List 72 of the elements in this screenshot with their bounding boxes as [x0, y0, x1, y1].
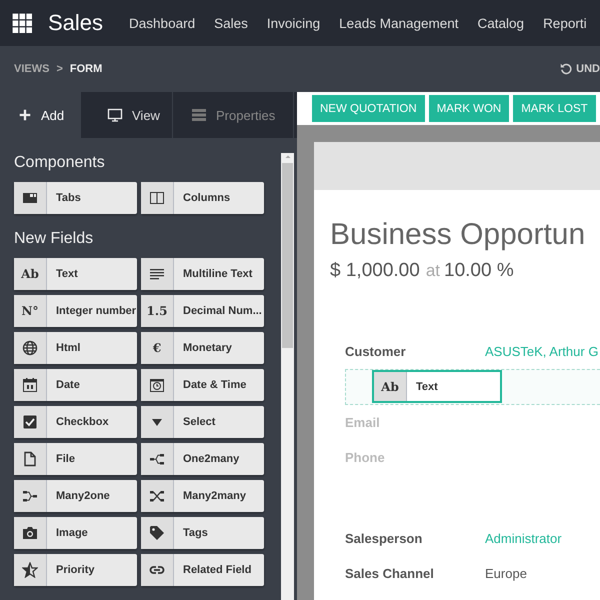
field-type-button[interactable]: Date — [14, 369, 137, 401]
field-type-glyph: N° — [22, 304, 38, 318]
breadcrumb-separator: > — [56, 63, 63, 75]
file-icon — [22, 451, 38, 467]
lines-icon — [149, 266, 165, 282]
server-icon — [191, 107, 207, 123]
camera-icon — [22, 525, 38, 541]
field-type-button[interactable]: Columns — [141, 182, 264, 214]
field-type-glyph: Ab — [21, 267, 39, 281]
merge-icon — [22, 488, 38, 504]
scrollbar[interactable] — [281, 153, 294, 600]
field-type-glyph: € — [152, 341, 162, 355]
field-type-button[interactable]: File — [14, 443, 137, 475]
monitor-icon — [107, 107, 123, 123]
tabs-icon — [22, 190, 38, 206]
field-type-button[interactable]: Multiline Text — [141, 258, 264, 290]
columns-icon — [149, 190, 165, 206]
sidebar-tab[interactable]: Add — [0, 92, 81, 138]
scroll-up-icon — [284, 153, 292, 161]
field-type-button[interactable]: Image — [14, 517, 137, 549]
cross-links-icon — [149, 488, 165, 504]
field-type-button[interactable]: One2many — [141, 443, 264, 475]
tree-icon — [149, 451, 165, 467]
field-type-button[interactable]: Priority — [14, 554, 137, 586]
field-type-button[interactable]: Many2one — [14, 480, 137, 512]
undo-button[interactable]: UND — [560, 63, 600, 75]
field-label: Salesperson — [345, 531, 424, 546]
field-type-button[interactable]: Date & Time — [141, 369, 264, 401]
plus-icon — [18, 108, 32, 122]
breadcrumb-item[interactable]: VIEWS — [14, 63, 50, 75]
nav-menu-item[interactable]: Invoicing — [266, 16, 320, 30]
field-value: Europe — [485, 566, 527, 581]
globe-icon — [22, 340, 38, 356]
field-label: Customer — [345, 344, 407, 359]
at-text: at — [426, 261, 440, 280]
dragged-field[interactable]: Ab Text — [372, 370, 502, 403]
nav-menu-item[interactable]: Dashboard — [129, 16, 196, 30]
app-title: Sales — [48, 10, 104, 36]
field-type-button[interactable]: Tags — [141, 517, 264, 549]
section-heading: Components — [14, 154, 106, 172]
probability-text: 10.00 % — [444, 260, 514, 281]
field-type-button[interactable]: N° Integer number — [14, 295, 137, 327]
field-type-button[interactable]: Many2many — [141, 480, 264, 512]
nav-menu-item[interactable]: Sales — [214, 16, 248, 30]
checkbox-icon — [22, 414, 38, 430]
calendar-icon — [22, 377, 38, 393]
calendar-clock-icon — [149, 377, 165, 393]
field-type-button[interactable]: Html — [14, 332, 137, 364]
field-type-button[interactable]: Select — [141, 406, 264, 438]
field-label: Sales Channel — [345, 566, 435, 581]
tag-icon — [149, 525, 165, 541]
undo-icon — [560, 63, 572, 75]
field-type-button[interactable]: Checkbox — [14, 406, 137, 438]
amount-text: $ 1,000.00 — [330, 260, 420, 281]
field-type-button[interactable]: Tabs — [14, 182, 137, 214]
field-label: Email — [345, 415, 381, 430]
section-heading: New Fields — [14, 230, 94, 248]
nav-menu-item[interactable]: Reporti — [543, 16, 587, 30]
field-type-button[interactable]: Ab Text — [14, 258, 137, 290]
nav-menu-item[interactable]: Leads Management — [339, 16, 459, 30]
nav-menu-item[interactable]: Catalog — [478, 16, 524, 30]
star-icon — [22, 562, 38, 578]
field-label: Phone — [345, 450, 386, 465]
field-type-button[interactable]: Related Field — [141, 554, 264, 586]
breadcrumb-item: FORM — [70, 63, 102, 75]
field-type-button[interactable]: 1.5 Decimal Num... — [141, 295, 264, 327]
field-type-glyph: 1.5 — [146, 304, 168, 318]
field-type-button[interactable]: € Monetary — [141, 332, 264, 364]
apps-menu-icon — [12, 13, 32, 33]
record-title: Business Opportun — [330, 218, 586, 252]
dragged-field-label: Text — [415, 380, 438, 392]
field-type-glyph: Ab — [381, 380, 399, 394]
